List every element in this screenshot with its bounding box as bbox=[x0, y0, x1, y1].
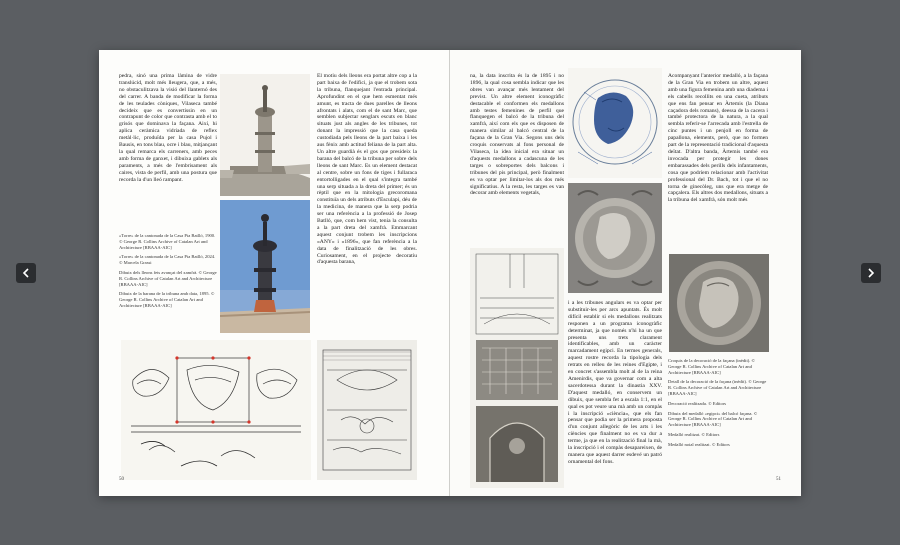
caption: «Torre» de la cantonada de la Casa Pia B… bbox=[119, 254, 216, 266]
right-column-3-text: Acompanyant l'anterior medalló, a la faç… bbox=[668, 73, 768, 204]
right-column-1-text: na, la data inscrita és la de 1895 i no … bbox=[470, 73, 564, 197]
caption: Medalló noial realitzat. © Editors bbox=[668, 441, 730, 447]
book-spread: pedra, sinó una prima làmina de vidre tr… bbox=[99, 50, 801, 496]
chevron-left-icon bbox=[22, 268, 29, 278]
caption: «Torre» de la cantonada de la Casa Pia B… bbox=[119, 233, 216, 250]
right-column-2-text: i a les tribunes angulars es va optar pe… bbox=[568, 300, 662, 465]
page-number: 51 bbox=[776, 477, 781, 482]
tower-photo-current bbox=[220, 200, 310, 333]
caption: Dibuix de la barana de la tribuna amb da… bbox=[119, 291, 215, 308]
right-page: na, la data inscrita és la de 1895 i no … bbox=[450, 50, 801, 496]
lion-drawing bbox=[121, 340, 311, 480]
artemis-medallion-photo bbox=[669, 254, 769, 352]
facade-sketches bbox=[470, 248, 564, 488]
caption: Dibuix del medalló «egipci» del balcó fa… bbox=[668, 410, 758, 428]
caption: Decoració realitzada. © Editors bbox=[668, 400, 727, 406]
previous-page-button[interactable] bbox=[16, 263, 36, 283]
left-page: pedra, sinó una prima làmina de vidre tr… bbox=[99, 50, 450, 496]
page-number: 50 bbox=[119, 477, 124, 482]
railing-drawing bbox=[317, 340, 417, 480]
left-column-3-text: El motiu dels lleons era portat altre co… bbox=[317, 73, 417, 266]
tower-photo-archive bbox=[220, 74, 310, 196]
left-captions: «Torre» de la cantonada de la Casa Pia B… bbox=[119, 233, 217, 313]
caption: Medalló realitzat. © Editors bbox=[668, 431, 720, 437]
medallion-sketch bbox=[568, 68, 662, 178]
caption: Croquis de la decoració de la façana (in… bbox=[668, 358, 756, 375]
medallion-photo bbox=[568, 183, 662, 293]
right-captions: Croquis de la decoració de la façana (in… bbox=[668, 358, 768, 452]
left-column-1-text: pedra, sinó una prima làmina de vidre tr… bbox=[119, 73, 217, 183]
next-page-button[interactable] bbox=[861, 263, 881, 283]
flipbook-viewer: pedra, sinó una prima làmina de vidre tr… bbox=[0, 0, 900, 545]
caption: Dibuix dels lleons fets avançat del xamf… bbox=[119, 269, 217, 287]
caption: Detall de la decoració de la façana (inè… bbox=[668, 379, 767, 396]
chevron-right-icon bbox=[868, 268, 875, 278]
